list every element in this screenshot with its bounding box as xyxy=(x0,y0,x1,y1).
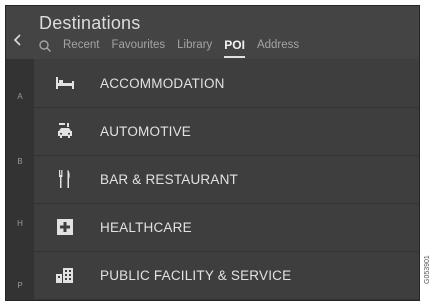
bed-icon xyxy=(50,71,80,95)
header: Destinations Recent Favourites Library P… xyxy=(6,6,419,59)
tab-address[interactable]: Address xyxy=(257,39,299,53)
index-letter[interactable]: H xyxy=(6,219,34,228)
chevron-left-icon[interactable] xyxy=(13,33,27,51)
poi-category-list: ACCOMMODATION AUTOMOTIVE BAR & RESTAURAN… xyxy=(34,59,419,300)
index-letter[interactable]: A xyxy=(6,92,34,101)
list-item-label: HEALTHCARE xyxy=(100,219,192,235)
tab-recent[interactable]: Recent xyxy=(63,39,99,53)
list-item-bar-restaurant[interactable]: BAR & RESTAURANT xyxy=(34,155,419,204)
list-item-label: BAR & RESTAURANT xyxy=(100,171,238,187)
search-icon[interactable] xyxy=(38,39,54,53)
page-title: Destinations xyxy=(39,13,141,33)
index-letter[interactable]: P xyxy=(6,281,34,290)
list-item-label: AUTOMOTIVE xyxy=(100,123,192,139)
list-item-label: PUBLIC FACILITY & SERVICE xyxy=(100,267,292,283)
figure-code: G053901 xyxy=(424,255,431,284)
medical-cross-icon xyxy=(50,215,80,239)
navigation-screen: Destinations Recent Favourites Library P… xyxy=(5,5,420,301)
index-letter[interactable]: B xyxy=(6,157,34,166)
car-icon xyxy=(50,119,80,143)
list-item-public-facility[interactable]: PUBLIC FACILITY & SERVICE xyxy=(34,251,419,300)
list-item-accommodation[interactable]: ACCOMMODATION xyxy=(34,59,419,108)
list-item-healthcare[interactable]: HEALTHCARE xyxy=(34,203,419,252)
building-icon xyxy=(50,263,80,287)
list-item-automotive[interactable]: AUTOMOTIVE xyxy=(34,107,419,156)
fork-knife-icon xyxy=(50,167,80,191)
alphabet-index[interactable]: A B H P xyxy=(6,59,34,300)
tab-bar: Recent Favourites Library POI Address xyxy=(38,37,311,58)
tab-poi[interactable]: POI xyxy=(224,38,245,58)
tab-favourites[interactable]: Favourites xyxy=(111,39,165,53)
list-item-label: ACCOMMODATION xyxy=(100,75,225,91)
tab-library[interactable]: Library xyxy=(177,39,212,53)
